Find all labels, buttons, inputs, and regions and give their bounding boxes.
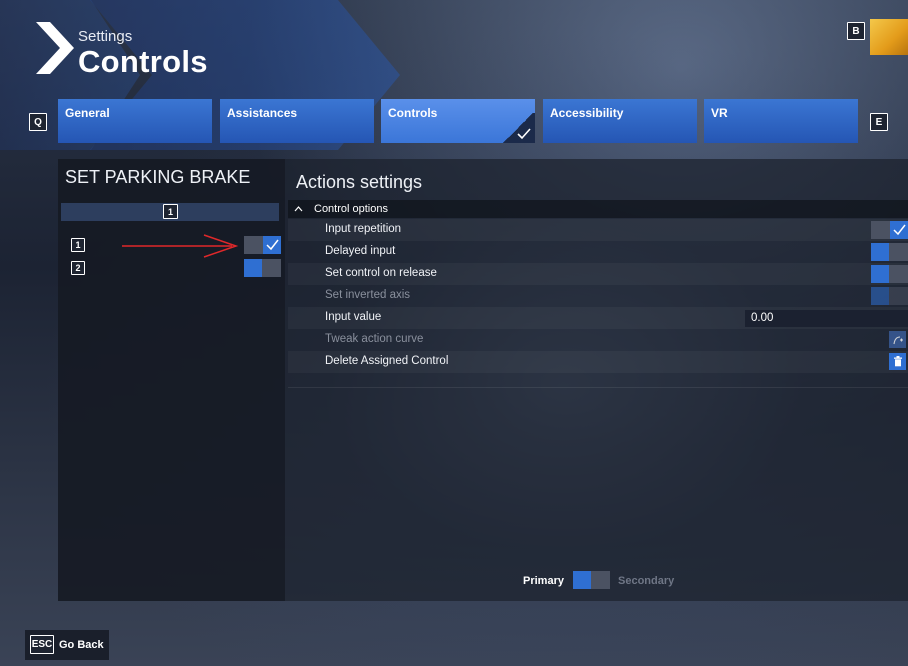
tab-controls[interactable]: Controls: [381, 99, 535, 143]
tab-vr[interactable]: VR: [704, 99, 858, 143]
binding-row-key-label: 2: [75, 263, 81, 273]
option-delayed-input[interactable]: Delayed input: [288, 241, 908, 263]
checkmark-icon: [266, 239, 279, 251]
toggle-knob: [871, 265, 889, 283]
option-tweak-action-curve: Tweak action curve: [288, 329, 908, 351]
toggle-knob: [573, 571, 591, 589]
binding-row-key: 1: [71, 238, 85, 252]
binding-title: SET PARKING BRAKE: [65, 167, 251, 187]
toggle-knob: [244, 259, 262, 277]
tab-next-key-label: E: [875, 116, 883, 128]
tab-vr-label: VR: [711, 106, 728, 120]
binding-panel: SET PARKING BRAKE 1 1 2: [58, 159, 285, 601]
tab-prev-key-label: Q: [34, 116, 42, 128]
inverted-axis-toggle: [871, 287, 908, 305]
tab-assistances[interactable]: Assistances: [220, 99, 374, 143]
game-logo-icon: [870, 19, 908, 55]
toggle-knob: [871, 287, 889, 305]
checkmark-icon: [517, 128, 531, 140]
chevron-logo-icon: [36, 22, 74, 74]
column-key-label: 1: [167, 206, 173, 217]
tweak-curve-button: [889, 331, 906, 348]
option-delete-assigned-control[interactable]: Delete Assigned Control: [288, 351, 908, 373]
option-input-value[interactable]: Input value 0.00: [288, 307, 908, 329]
delayed-input-toggle[interactable]: [871, 243, 908, 261]
toggle-knob: [263, 236, 281, 254]
option-label: Set inverted axis: [325, 289, 411, 301]
go-back-button[interactable]: ESC Go Back: [25, 630, 109, 660]
chevron-up-icon: [294, 206, 303, 212]
annotation-arrow: [122, 234, 239, 258]
tab-assistances-label: Assistances: [227, 106, 298, 120]
tab-controls-label: Controls: [388, 106, 438, 120]
curve-icon: [892, 335, 903, 344]
tab-general-label: General: [65, 106, 110, 120]
option-label: Delete Assigned Control: [325, 355, 449, 367]
option-label: Set control on release: [325, 267, 437, 279]
option-label: Input repetition: [325, 223, 402, 235]
binding-1-toggle[interactable]: [244, 236, 281, 254]
option-set-control-on-release[interactable]: Set control on release: [288, 263, 908, 285]
tab-prev-key[interactable]: Q: [29, 113, 47, 131]
binding-row-key-label: 1: [75, 240, 81, 250]
option-input-repetition[interactable]: Input repetition: [288, 219, 908, 241]
trash-icon: [893, 356, 902, 367]
column-key: 1: [163, 204, 178, 219]
tab-accessibility[interactable]: Accessibility: [543, 99, 697, 143]
go-back-label: Go Back: [59, 639, 104, 651]
esc-key-label: ESC: [31, 639, 53, 650]
tab-accessibility-label: Accessibility: [550, 106, 624, 120]
delete-control-button[interactable]: [889, 353, 906, 370]
primary-secondary-toggle[interactable]: [573, 571, 610, 589]
esc-key: ESC: [30, 635, 54, 654]
control-on-release-toggle[interactable]: [871, 265, 908, 283]
profile-key-label: B: [852, 25, 860, 37]
divider: [288, 387, 908, 388]
header-subtitle: Settings: [78, 28, 133, 45]
profile-key[interactable]: B: [847, 22, 865, 40]
tab-next-key[interactable]: E: [870, 113, 888, 131]
toggle-knob: [871, 243, 889, 261]
section-label: Control options: [314, 203, 388, 215]
option-set-inverted-axis: Set inverted axis: [288, 285, 908, 307]
primary-label: Primary: [523, 575, 564, 587]
page-title: Controls: [78, 44, 208, 79]
tab-selected-indicator: [501, 113, 535, 143]
input-repetition-toggle[interactable]: [871, 221, 908, 239]
actions-title: Actions settings: [296, 172, 423, 192]
binding-2-toggle[interactable]: [244, 259, 281, 277]
secondary-label: Secondary: [618, 575, 675, 587]
option-label: Delayed input: [325, 245, 396, 257]
checkmark-icon: [893, 224, 906, 236]
binding-row-key: 2: [71, 261, 85, 275]
input-value-field[interactable]: 0.00: [745, 310, 908, 327]
binding-column-header: 1: [61, 203, 279, 221]
option-label: Tweak action curve: [325, 333, 424, 345]
actions-panel: Actions settings Control options Input r…: [285, 159, 908, 601]
tab-general[interactable]: General: [58, 99, 212, 143]
control-options-section[interactable]: Control options: [288, 200, 908, 218]
toggle-knob: [890, 221, 908, 239]
option-label: Input value: [325, 311, 382, 323]
